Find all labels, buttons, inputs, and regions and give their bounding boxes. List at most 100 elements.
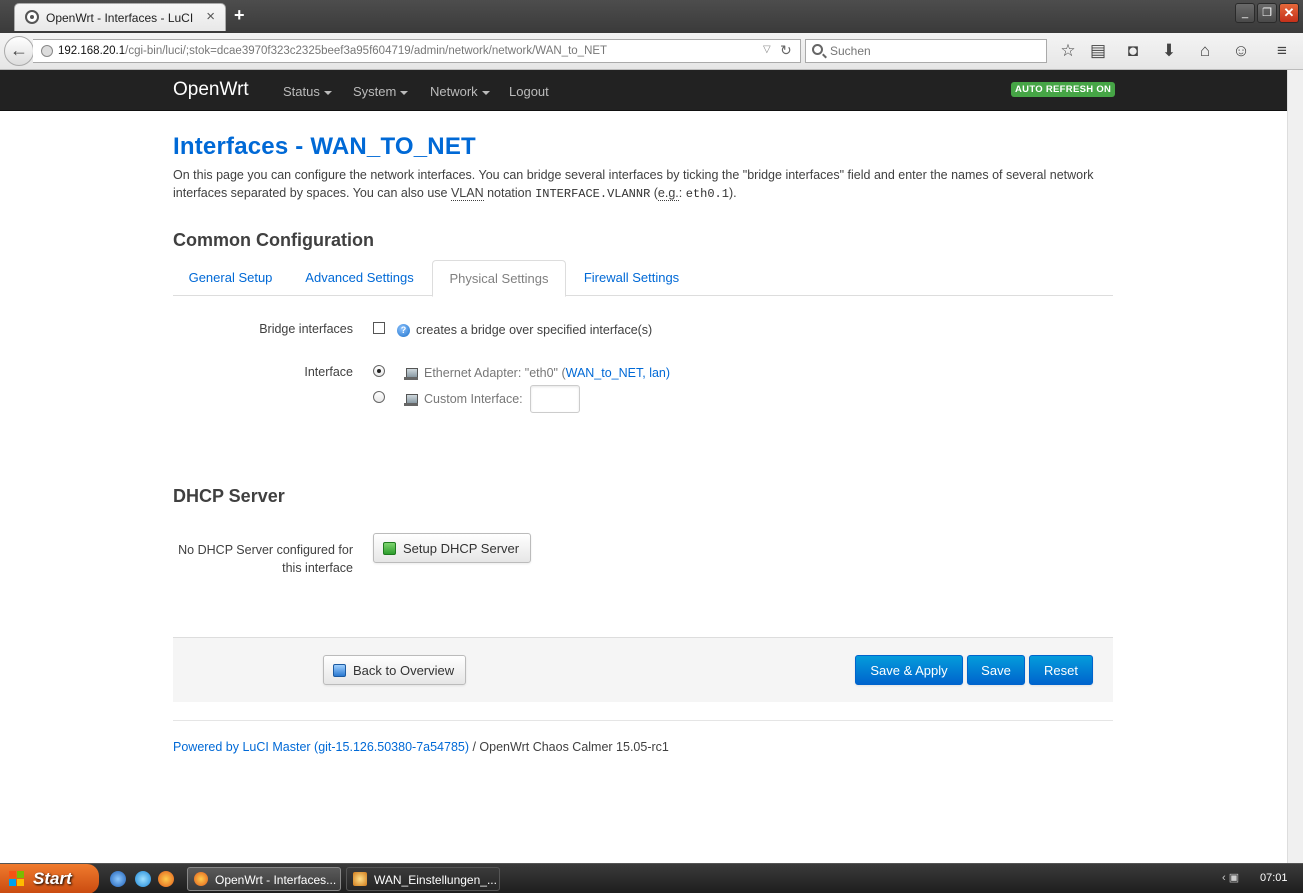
tab-firewall-settings[interactable]: Firewall Settings <box>570 260 693 296</box>
start-button[interactable]: Start <box>0 864 99 893</box>
desc-code: INTERFACE.VLANNR <box>535 187 651 201</box>
bridge-help-text: creates a bridge over specified interfac… <box>416 323 653 337</box>
chevron-down-icon <box>400 90 409 95</box>
save-button[interactable]: Save <box>967 655 1025 685</box>
search-icon <box>812 44 823 55</box>
config-tabs: General Setup Advanced Settings Physical… <box>173 260 1113 297</box>
menu-logout-label: Logout <box>509 84 549 99</box>
menu-logout[interactable]: Logout <box>509 84 549 99</box>
desc-text: ( <box>650 186 658 200</box>
save-apply-label: Save & Apply <box>870 663 948 678</box>
menu-icon[interactable]: ≡ <box>1270 39 1294 63</box>
chevron-down-icon <box>323 90 332 95</box>
home-icon[interactable]: ⌂ <box>1193 39 1217 63</box>
tab-general-setup[interactable]: General Setup <box>173 260 288 296</box>
luci-header: OpenWrt Status System Network Logout AUT… <box>0 70 1287 111</box>
system-tray-network-icon[interactable]: ‹ ▣ <box>1222 871 1254 887</box>
ethernet-adapter-icon <box>404 367 418 381</box>
back-to-overview-label: Back to Overview <box>353 663 455 678</box>
ethernet-adapter-networks-link[interactable]: WAN_to_NET, lan <box>566 366 666 380</box>
save-apply-button[interactable]: Save & Apply <box>855 655 963 685</box>
play-icon <box>383 542 396 555</box>
bookmark-star-icon[interactable]: ☆ <box>1056 39 1080 63</box>
dhcp-status-line1: No DHCP Server configured for <box>178 543 353 557</box>
luci-version-link[interactable]: Powered by LuCI Master (git-15.126.50380… <box>173 740 469 754</box>
internet-explorer-icon[interactable] <box>135 871 151 887</box>
taskbar-item-wan-einstellungen[interactable]: WAN_Einstellungen_... <box>346 867 500 891</box>
close-tab-icon[interactable]: × <box>206 8 215 25</box>
quicklaunch-network-icon[interactable] <box>110 871 126 887</box>
dhcp-status-label: No DHCP Server configured for this interf… <box>173 541 353 577</box>
browser-tab[interactable]: OpenWrt - Interfaces - LuCI × <box>14 3 226 31</box>
reload-icon[interactable]: ↻ <box>780 42 792 59</box>
new-tab-icon[interactable]: + <box>234 5 245 26</box>
page-title: Interfaces - WAN_TO_NET <box>173 133 476 160</box>
hello-icon[interactable]: ☺ <box>1229 39 1253 63</box>
maximize-window-button[interactable]: ❐ <box>1257 3 1277 23</box>
url-host: 192.168.20.1 <box>58 45 126 57</box>
interface-eth0-radio[interactable] <box>373 365 385 377</box>
close-window-button[interactable]: ✕ <box>1279 3 1299 23</box>
clock: 07:01 <box>1260 872 1288 884</box>
browser-navigation-bar: ← 192.168.20.1/cgi-bin/luci/;stok=dcae39… <box>0 33 1303 70</box>
minimize-window-button[interactable]: _ <box>1235 3 1255 23</box>
firefox-icon[interactable] <box>158 871 174 887</box>
tab-physical-settings[interactable]: Physical Settings <box>432 260 566 297</box>
globe-icon <box>41 45 53 57</box>
page-description: On this page you can configure the netwo… <box>173 166 1103 203</box>
vertical-scrollbar[interactable] <box>1287 70 1303 863</box>
bridge-interfaces-checkbox[interactable] <box>373 322 385 334</box>
search-input[interactable] <box>830 43 1030 59</box>
desc-code: eth0.1 <box>685 187 729 201</box>
browser-tab-strip: OpenWrt - Interfaces - LuCI × + _ ❐ ✕ <box>0 0 1303 33</box>
pocket-icon[interactable]: ◘ <box>1121 39 1145 63</box>
auto-refresh-badge[interactable]: AUTO REFRESH ON <box>1011 82 1116 97</box>
download-icon[interactable]: ⬇ <box>1157 39 1181 63</box>
back-arrow-icon <box>333 664 346 677</box>
dhcp-section-title: DHCP Server <box>173 486 285 506</box>
ethernet-adapter-text: Ethernet Adapter: "eth0" ( <box>424 366 566 380</box>
setup-dhcp-server-button[interactable]: Setup DHCP Server <box>373 533 531 563</box>
dhcp-status-line2: this interface <box>282 561 353 575</box>
chevron-down-icon <box>481 90 490 95</box>
setup-dhcp-server-label: Setup DHCP Server <box>403 541 520 556</box>
taskbar-item-label: WAN_Einstellungen_... <box>374 873 497 887</box>
reset-button[interactable]: Reset <box>1029 655 1093 685</box>
back-to-overview-button[interactable]: Back to Overview <box>323 655 466 685</box>
menu-system[interactable]: System <box>353 84 409 99</box>
ethernet-adapter-option: Ethernet Adapter: "eth0" (WAN_to_NET, la… <box>424 366 670 380</box>
url-text: 192.168.20.1/cgi-bin/luci/;stok=dcae3970… <box>58 45 607 57</box>
paint-icon <box>353 872 367 886</box>
desc-text: ). <box>728 186 737 200</box>
menu-system-label: System <box>353 84 397 99</box>
desc-text: notation <box>483 186 536 200</box>
search-box[interactable] <box>805 39 1047 63</box>
openwrt-version-text: / OpenWrt Chaos Calmer 15.05-rc1 <box>469 740 669 754</box>
custom-interface-input[interactable] <box>530 385 580 413</box>
menu-status-label: Status <box>283 84 320 99</box>
menu-status[interactable]: Status <box>283 84 332 99</box>
windows-taskbar: Start OpenWrt - Interfaces... WAN_Einste… <box>0 863 1303 893</box>
taskbar-item-openwrt[interactable]: OpenWrt - Interfaces... <box>187 867 341 891</box>
interface-label: Interface <box>304 365 353 379</box>
firefox-icon <box>194 872 208 886</box>
section-title: Common Configuration <box>173 230 374 250</box>
desc-text: : <box>678 186 686 200</box>
footer-divider <box>173 720 1113 721</box>
address-bar[interactable]: 192.168.20.1/cgi-bin/luci/;stok=dcae3970… <box>33 39 801 63</box>
reading-list-icon[interactable]: ▤ <box>1086 39 1110 63</box>
custom-interface-icon <box>404 393 418 407</box>
tab-advanced-settings[interactable]: Advanced Settings <box>291 260 428 296</box>
openwrt-favicon-icon <box>25 10 39 24</box>
menu-network[interactable]: Network <box>430 84 490 99</box>
menu-network-label: Network <box>430 84 478 99</box>
help-icon: ? <box>397 324 410 337</box>
interface-custom-radio[interactable] <box>373 391 385 403</box>
back-button[interactable]: ← <box>4 36 34 66</box>
url-dropdown-icon[interactable]: ▽ <box>763 44 771 55</box>
browser-tab-title: OpenWrt - Interfaces - LuCI <box>46 11 194 25</box>
desc-eg-abbr: e.g. <box>657 186 679 201</box>
brand-logo[interactable]: OpenWrt <box>173 79 249 101</box>
taskbar-item-label: OpenWrt - Interfaces... <box>215 873 337 887</box>
save-label: Save <box>981 663 1011 678</box>
